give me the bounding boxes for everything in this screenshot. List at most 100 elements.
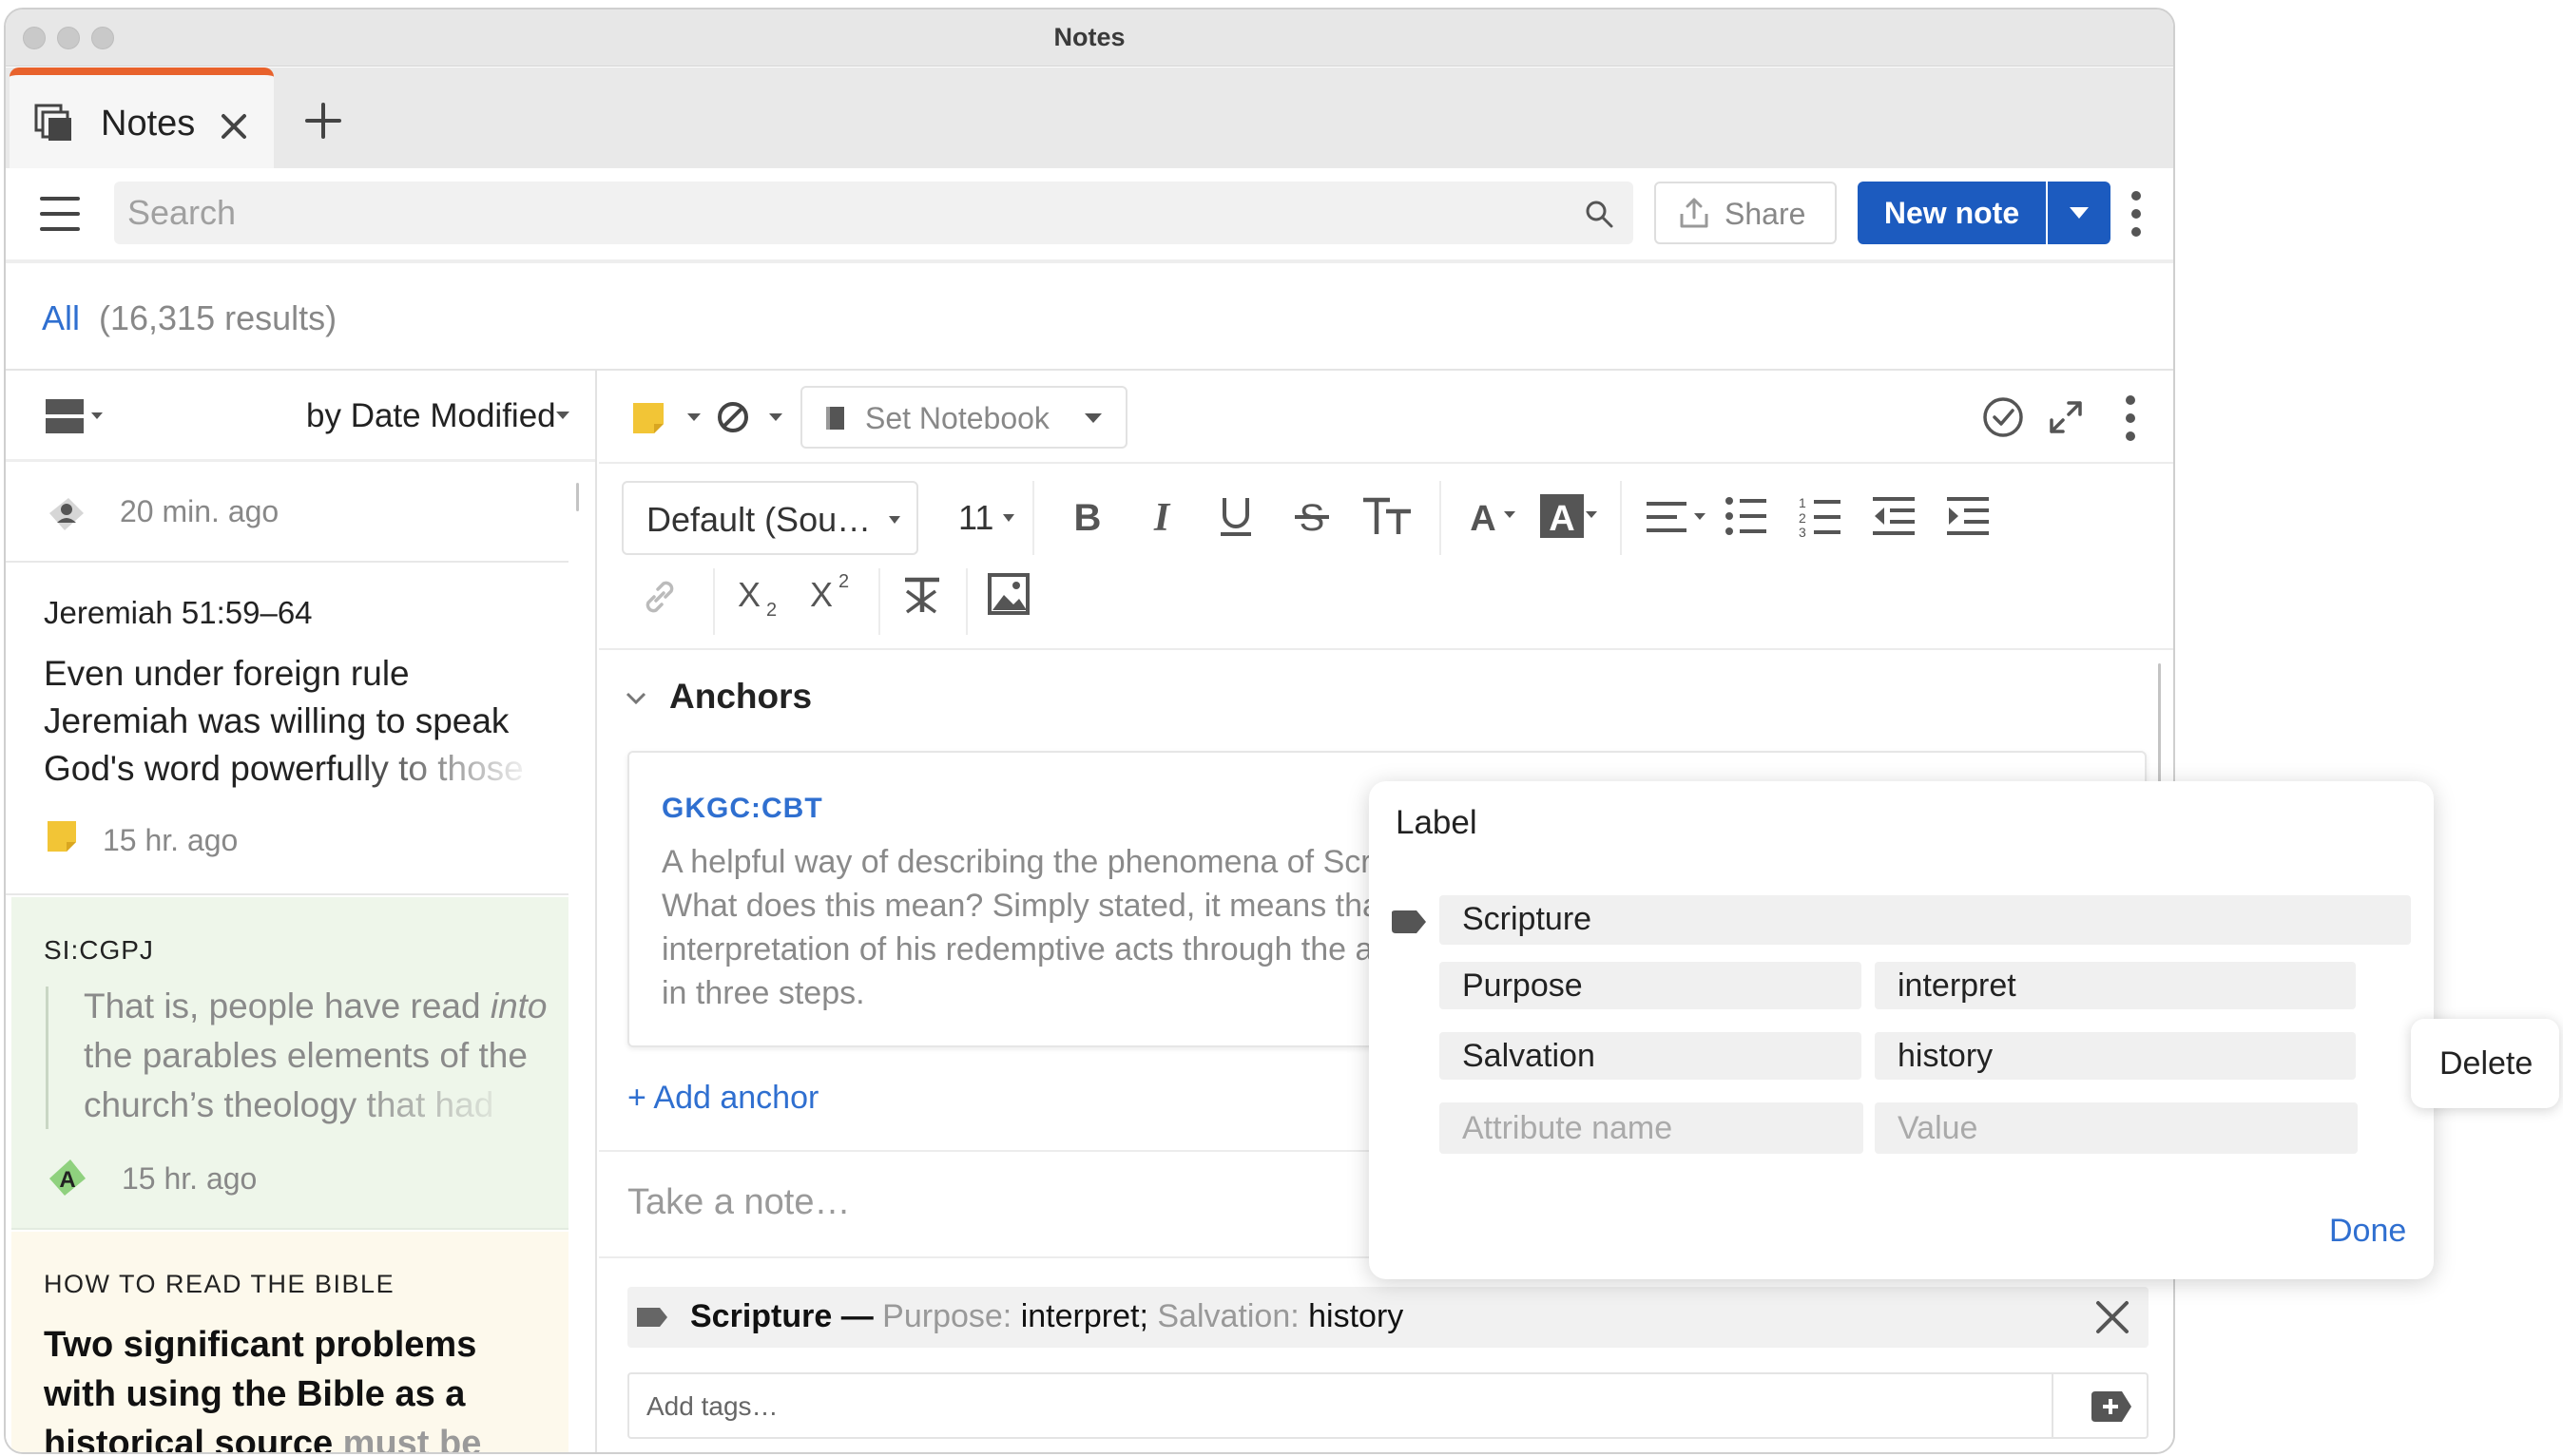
toolbar-divider <box>966 568 968 635</box>
insert-image-icon[interactable] <box>987 572 1031 616</box>
filter-all-link[interactable]: All <box>42 298 80 338</box>
indent-icon[interactable] <box>1945 496 1991 536</box>
remove-label-icon[interactable] <box>2095 1300 2129 1334</box>
done-button[interactable]: Done <box>2329 1213 2406 1250</box>
list-scrollbar[interactable] <box>576 483 579 511</box>
underline-icon[interactable] <box>1217 494 1255 538</box>
attribute-name-field[interactable]: Salvation <box>1439 1032 1861 1080</box>
tags-input[interactable]: Add tags… <box>646 1391 779 1422</box>
editor-more-icon[interactable] <box>2124 393 2137 443</box>
superscript-icon[interactable]: X2 <box>810 570 858 612</box>
search-box[interactable] <box>114 182 1633 244</box>
sort-chevron-icon[interactable] <box>555 411 570 420</box>
results-count: (16,315 results) <box>99 298 337 337</box>
chevron-down-icon <box>2070 207 2089 219</box>
delete-button[interactable]: Delete <box>2439 1045 2533 1082</box>
no-style-icon[interactable] <box>715 399 751 435</box>
item-time: 15 hr. ago <box>103 823 239 857</box>
font-family-label: Default (Sou… <box>646 500 872 539</box>
window-title: Notes <box>1053 23 1126 51</box>
new-attribute-value-input[interactable]: Value <box>1875 1102 2358 1154</box>
item-title-line: Two significant problems <box>44 1325 477 1365</box>
color-chevron-icon[interactable] <box>686 412 702 422</box>
format-toolbar: Default (Sou… 11 B I S A A 123 X2 X2 <box>599 466 2173 650</box>
more-options-icon[interactable] <box>2129 189 2143 239</box>
view-layout-icon[interactable] <box>44 397 106 437</box>
outdent-icon[interactable] <box>1871 496 1917 536</box>
new-note-dropdown-button[interactable] <box>2048 182 2110 244</box>
svg-text:X: X <box>810 575 833 612</box>
italic-icon[interactable]: I <box>1143 496 1181 536</box>
numbered-list-icon[interactable]: 123 <box>1799 494 1842 538</box>
attribute-value-field[interactable]: history <box>1875 1032 2356 1080</box>
text-color-icon[interactable]: A <box>1466 496 1519 536</box>
item-title-line: historical source must be <box>44 1424 482 1454</box>
new-attribute-name-input[interactable]: Attribute name <box>1439 1102 1863 1154</box>
font-family-select[interactable]: Default (Sou… <box>622 481 918 555</box>
svg-text:2: 2 <box>1799 510 1806 526</box>
highlight-color-icon[interactable]: A <box>1540 494 1599 538</box>
svg-text:B: B <box>1074 497 1102 536</box>
text-case-icon[interactable] <box>1361 496 1415 536</box>
check-done-icon[interactable] <box>1981 395 2025 439</box>
bullet-list-icon[interactable] <box>1725 496 1768 536</box>
expand-icon[interactable] <box>2048 399 2084 435</box>
results-bar: All (16,315 results) <box>6 264 2173 371</box>
note-body-input[interactable]: Take a note… <box>627 1182 850 1223</box>
attribute-value-field[interactable]: interpret <box>1875 962 2356 1009</box>
set-notebook-label: Set Notebook <box>865 401 1050 435</box>
label-name-field[interactable]: Scripture <box>1439 895 2411 945</box>
svg-text:A: A <box>1549 499 1574 538</box>
subscript-icon[interactable]: X2 <box>738 576 785 618</box>
label-bar-text: Scripture — Purpose: interpret; Salvatio… <box>690 1298 1404 1334</box>
item-quote-line: church’s theology that had <box>84 1085 494 1124</box>
list-item[interactable]: Jeremiah 51:59–64 Even under foreign rul… <box>6 565 568 895</box>
search-icon[interactable] <box>1584 199 1614 229</box>
toolbar-divider <box>1439 481 1441 555</box>
svg-text:1: 1 <box>1799 495 1806 510</box>
anchor-reference-link[interactable]: GKGC:CBT <box>662 793 823 825</box>
list-item[interactable]: 20 min. ago <box>6 464 568 563</box>
label-tag-icon <box>637 1308 667 1327</box>
quote-bar <box>46 987 48 1129</box>
editor-scrollbar[interactable] <box>2158 663 2161 796</box>
sort-label[interactable]: by Date Modified <box>306 397 556 435</box>
list-item-selected[interactable]: SI:CGPJ That is, people have read into t… <box>11 897 568 1230</box>
label-bar[interactable]: Scripture — Purpose: interpret; Salvatio… <box>627 1287 2149 1348</box>
style-chevron-icon[interactable] <box>768 412 783 422</box>
toolbar-divider <box>1032 481 1034 555</box>
tab-label: Notes <box>101 104 196 144</box>
add-tab-icon[interactable] <box>304 102 342 140</box>
link-icon[interactable] <box>641 578 679 616</box>
hamburger-menu-icon[interactable] <box>40 195 80 233</box>
highlight-letter: A <box>59 1167 75 1193</box>
font-size-chevron-icon[interactable] <box>1002 513 1015 523</box>
new-note-button[interactable]: New note <box>1858 182 2046 244</box>
font-size-select[interactable]: 11 <box>958 498 993 538</box>
user-note-icon <box>49 498 84 530</box>
close-tab-icon[interactable] <box>221 113 247 140</box>
list-header: by Date Modified <box>6 371 595 462</box>
tags-field[interactable]: Add tags… <box>627 1372 2149 1439</box>
share-button[interactable]: Share <box>1654 182 1837 244</box>
list-item[interactable]: HOW TO READ THE BIBLE Two significant pr… <box>11 1232 568 1454</box>
notes-list-panel: by Date Modified 20 min. ago Jeremiah 51… <box>6 371 597 1454</box>
item-body-line: God's word powerfully to those <box>44 749 524 788</box>
tab-bar: Notes <box>6 67 2173 168</box>
attribute-name-field[interactable]: Purpose <box>1439 962 1861 1009</box>
toolbar-divider <box>1620 481 1622 555</box>
svg-text:A: A <box>1470 499 1495 536</box>
share-label: Share <box>1725 197 1806 231</box>
align-icon[interactable] <box>1645 500 1709 536</box>
add-anchor-link[interactable]: + Add anchor <box>627 1080 819 1117</box>
search-input[interactable] <box>127 191 1553 235</box>
tab-notes[interactable]: Notes <box>10 67 274 168</box>
clear-formatting-icon[interactable] <box>901 574 943 616</box>
collapse-chevron-icon[interactable] <box>626 692 646 705</box>
add-tag-icon[interactable] <box>2090 1389 2133 1424</box>
set-notebook-select[interactable]: Set Notebook <box>800 386 1127 449</box>
note-color-icon[interactable] <box>631 401 669 435</box>
bold-icon[interactable]: B <box>1069 496 1107 536</box>
item-body-line: Even under foreign rule <box>44 654 410 693</box>
strikethrough-icon[interactable]: S <box>1291 494 1333 538</box>
